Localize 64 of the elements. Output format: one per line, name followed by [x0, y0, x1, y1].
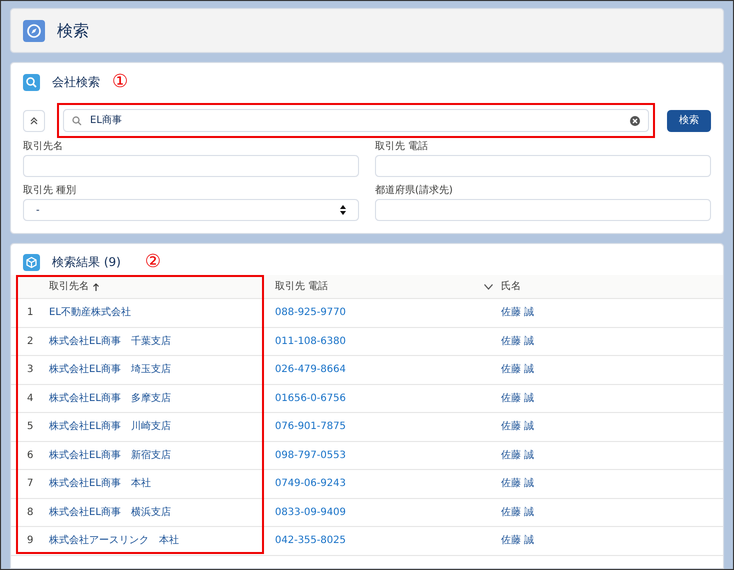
- annotation-number: ②: [144, 253, 161, 271]
- field-label: 都道府県(請求先): [375, 184, 454, 198]
- account-link[interactable]: 株式会社EL商事 本社: [49, 478, 151, 490]
- contact-link[interactable]: 佐藤 誠: [501, 506, 534, 518]
- field-label: 取引先名: [23, 140, 64, 154]
- phone-link[interactable]: 01656-0-6756: [275, 392, 346, 404]
- phone-link[interactable]: 011-108-6380: [275, 336, 346, 347]
- account-link[interactable]: 株式会社アースリンク 本社: [49, 535, 179, 546]
- column-header[interactable]: 取引先 電話: [275, 279, 493, 294]
- row-number: 2: [26, 336, 34, 347]
- phone-link[interactable]: 088-925-9770: [275, 307, 346, 318]
- row-number: 8: [26, 506, 34, 518]
- input-field[interactable]: [375, 155, 711, 177]
- row-number: 7: [26, 478, 34, 490]
- compass-icon: [23, 20, 45, 42]
- select-field[interactable]: -: [23, 199, 359, 221]
- field-label: 取引先 電話: [375, 140, 430, 154]
- input-field[interactable]: [23, 155, 359, 177]
- cube-icon: [23, 254, 40, 270]
- collapse-button[interactable]: [23, 110, 45, 132]
- sort-arrow-icon: [93, 282, 99, 290]
- row-number: 9: [26, 535, 34, 546]
- phone-link[interactable]: 0749-06-9243: [275, 478, 346, 490]
- contact-link[interactable]: 佐藤 誠: [501, 364, 534, 376]
- clear-icon[interactable]: [630, 116, 640, 126]
- search-button[interactable]: 検索: [667, 110, 711, 132]
- account-link[interactable]: EL不動産株式会社: [49, 307, 131, 318]
- contact-link[interactable]: 佐藤 誠: [501, 535, 534, 546]
- card-title: 検索結果 (9): [52, 254, 121, 271]
- column-header[interactable]: 氏名: [501, 279, 521, 294]
- phone-link[interactable]: 076-901-7875: [275, 421, 346, 432]
- row-number: 6: [26, 450, 34, 461]
- phone-link[interactable]: 0833-09-9409: [275, 506, 346, 518]
- phone-link[interactable]: 026-479-8664: [275, 364, 346, 376]
- field-label: 取引先 種別: [23, 184, 78, 198]
- contact-link[interactable]: 佐藤 誠: [501, 392, 534, 404]
- phone-link[interactable]: 098-797-0553: [275, 450, 346, 461]
- contact-link[interactable]: 佐藤 誠: [501, 336, 534, 347]
- search-icon: [23, 74, 40, 90]
- search-icon: [72, 116, 82, 126]
- page-title: 検索: [57, 20, 89, 42]
- double-chevron-up-icon: [30, 116, 38, 124]
- account-link[interactable]: 株式会社EL商事 埼玉支店: [49, 364, 171, 376]
- row-number: 4: [26, 392, 34, 404]
- up-down-arrows-icon: [340, 205, 346, 215]
- account-link[interactable]: 株式会社EL商事 多摩支店: [49, 392, 171, 404]
- card-title: 会社検索: [52, 74, 100, 91]
- chevron-down-icon: [484, 284, 493, 290]
- row-number: 3: [26, 364, 34, 376]
- account-link[interactable]: 株式会社EL商事 横浜支店: [49, 506, 171, 518]
- account-link[interactable]: 株式会社EL商事 新宿支店: [49, 450, 171, 461]
- phone-link[interactable]: 042-355-8025: [275, 535, 346, 546]
- input-field[interactable]: [375, 199, 711, 221]
- row-number: 5: [26, 421, 34, 432]
- account-link[interactable]: 株式会社EL商事 川崎支店: [49, 421, 171, 432]
- contact-link[interactable]: 佐藤 誠: [501, 421, 534, 432]
- annotation-number: ①: [112, 73, 128, 91]
- account-link[interactable]: 株式会社EL商事 千葉支店: [49, 336, 171, 347]
- search-field[interactable]: EL商事: [63, 109, 649, 132]
- contact-link[interactable]: 佐藤 誠: [501, 450, 534, 461]
- column-header[interactable]: 取引先名: [49, 279, 99, 294]
- row-number: 1: [26, 307, 34, 318]
- contact-link[interactable]: 佐藤 誠: [501, 307, 534, 318]
- contact-link[interactable]: 佐藤 誠: [501, 478, 534, 490]
